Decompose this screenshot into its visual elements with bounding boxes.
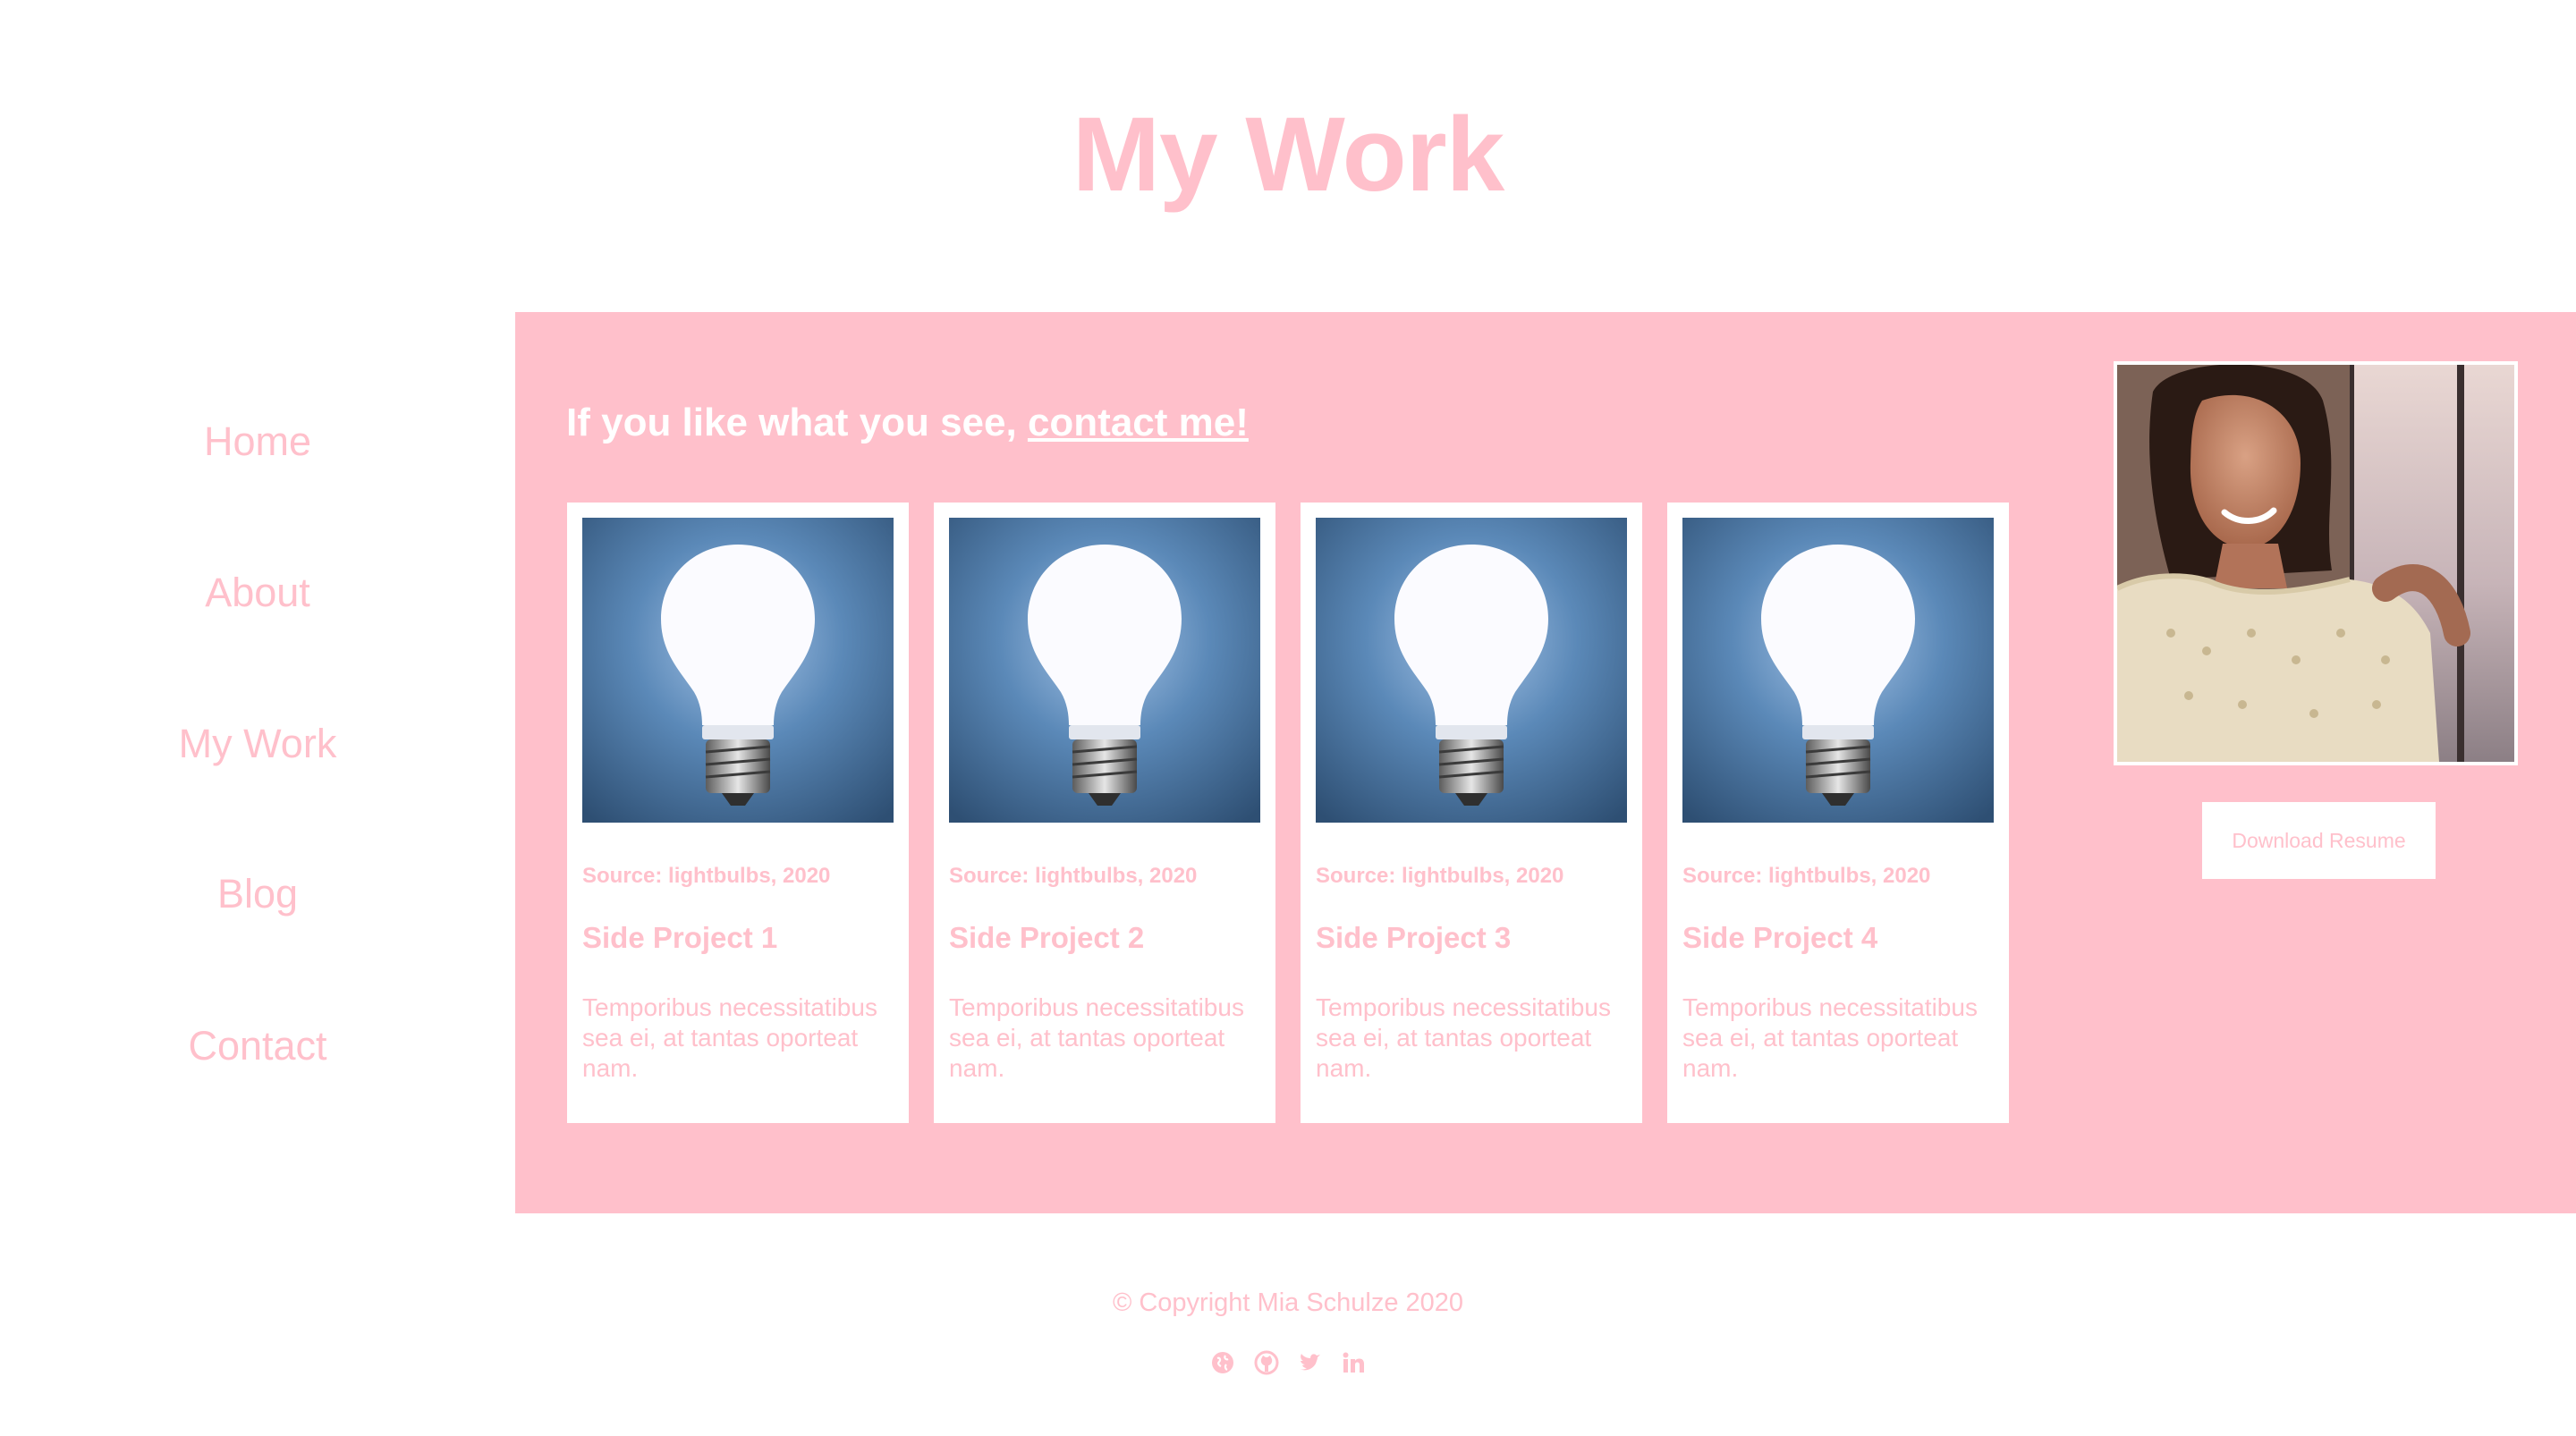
card-title[interactable]: Side Project 3 <box>1316 921 1511 955</box>
card-description: Temporibus necessitatibus sea ei, at tan… <box>1316 993 1611 1082</box>
tagline: If you like what you see, contact me! <box>566 398 1249 448</box>
work-panel: If you like what you see, contact me! So… <box>515 312 2576 1213</box>
nav-item-blog[interactable]: Blog <box>0 869 515 919</box>
contact-link[interactable]: contact me! <box>1028 401 1249 444</box>
nav-item-contact[interactable]: Contact <box>0 1021 515 1071</box>
nav-item-my-work[interactable]: My Work <box>0 719 515 769</box>
card-description: Temporibus necessitatibus sea ei, at tan… <box>582 993 877 1082</box>
download-resume-button[interactable]: Download Resume <box>2202 802 2436 879</box>
twitter-icon[interactable] <box>1297 1350 1322 1375</box>
lightbulb-image <box>582 518 894 823</box>
lightbulb-image <box>949 518 1260 823</box>
footer-copyright: © Copyright Mia Schulze 2020 <box>1112 1288 1464 1317</box>
card-source: Source: lightbulbs, 2020 <box>949 864 1198 888</box>
project-card-3[interactable]: Source: lightbulbs, 2020 Side Project 3 … <box>1301 503 1642 1123</box>
card-title[interactable]: Side Project 1 <box>582 921 777 955</box>
lightbulb-image <box>1682 518 1994 823</box>
page-title: My Work <box>1072 96 1505 214</box>
github-icon[interactable] <box>1254 1350 1279 1375</box>
project-card-2[interactable]: Source: lightbulbs, 2020 Side Project 2 … <box>934 503 1275 1123</box>
tagline-text: If you like what you see, <box>566 401 1028 444</box>
project-card-4[interactable]: Source: lightbulbs, 2020 Side Project 4 … <box>1667 503 2009 1123</box>
social-links <box>0 1350 2576 1379</box>
card-source: Source: lightbulbs, 2020 <box>1316 864 1564 888</box>
card-description: Temporibus necessitatibus sea ei, at tan… <box>1682 993 1978 1082</box>
card-description: Temporibus necessitatibus sea ei, at tan… <box>949 993 1244 1082</box>
profile-photo <box>2114 361 2518 765</box>
project-card-1[interactable]: Source: lightbulbs, 2020 Side Project 1 … <box>567 503 909 1123</box>
globe-icon[interactable] <box>1210 1350 1235 1375</box>
nav-item-about[interactable]: About <box>0 568 515 618</box>
lightbulb-image <box>1316 518 1627 823</box>
card-title[interactable]: Side Project 2 <box>949 921 1144 955</box>
card-source: Source: lightbulbs, 2020 <box>1682 864 1931 888</box>
linkedin-icon[interactable] <box>1341 1350 1366 1375</box>
card-title[interactable]: Side Project 4 <box>1682 921 1877 955</box>
nav-item-home[interactable]: Home <box>0 417 515 467</box>
card-source: Source: lightbulbs, 2020 <box>582 864 831 888</box>
